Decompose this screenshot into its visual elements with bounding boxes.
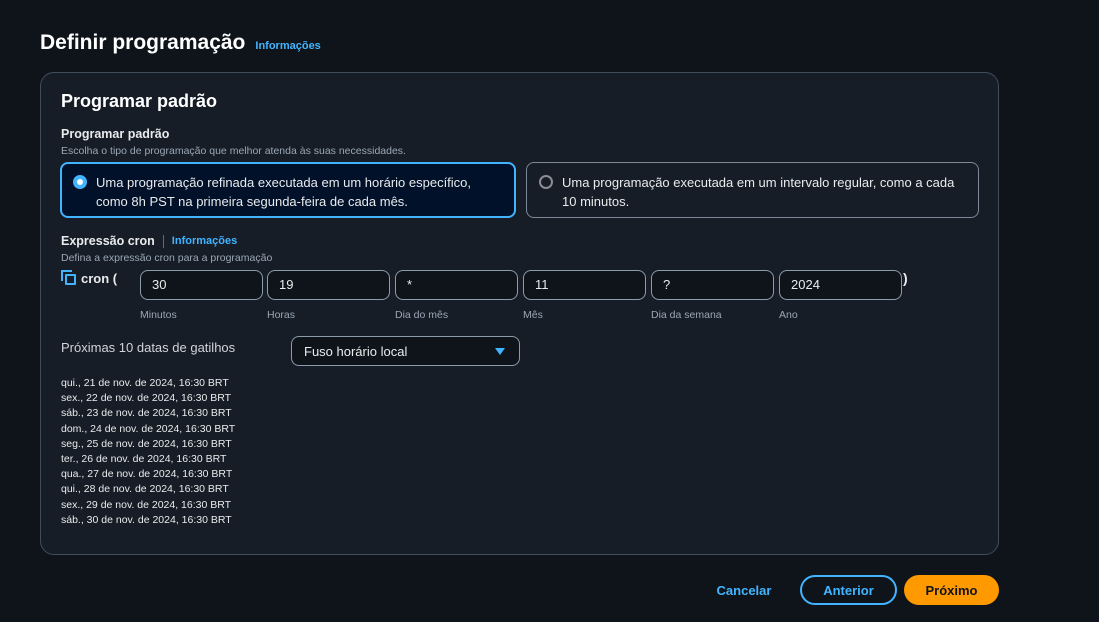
caret-down-icon xyxy=(495,347,505,355)
trigger-date-item: sex., 22 de nov. de 2024, 16:30 BRT xyxy=(61,392,232,405)
schedule-pattern-panel: Programar padrão Programar padrão Escolh… xyxy=(40,72,999,555)
next-triggers-label: Próximas 10 datas de gatilhos xyxy=(61,340,236,355)
cron-prefix: cron ( xyxy=(61,270,117,286)
cron-expression-label: Expressão cron xyxy=(61,234,155,248)
previous-button[interactable]: Anterior xyxy=(800,575,897,605)
pattern-field-label: Programar padrão xyxy=(61,127,170,141)
panel-title: Programar padrão xyxy=(61,91,218,111)
cron-month-label: Mês xyxy=(523,309,543,321)
trigger-date-item: sáb., 23 de nov. de 2024, 16:30 BRT xyxy=(61,407,232,420)
timezone-select[interactable]: Fuso horário local xyxy=(291,336,520,366)
cron-month-input[interactable]: 11 xyxy=(523,270,646,300)
cron-open-label: cron ( xyxy=(81,270,118,286)
cron-minutes-label: Minutos xyxy=(140,309,177,321)
radio-option-rate[interactable]: Uma programação executada em um interval… xyxy=(526,162,979,218)
radio-option-cron-label: Uma programação refinada executada em um… xyxy=(96,175,472,209)
radio-option-cron[interactable]: Uma programação refinada executada em um… xyxy=(60,162,516,218)
trigger-date-item: dom., 24 de nov. de 2024, 16:30 BRT xyxy=(61,422,236,435)
page-info-link[interactable]: Informações xyxy=(255,40,320,52)
trigger-date-item: sáb., 30 de nov. de 2024, 16:30 BRT xyxy=(61,513,232,526)
trigger-date-item: qui., 21 de nov. de 2024, 16:30 BRT xyxy=(61,377,229,389)
cron-info-link[interactable]: Informações xyxy=(172,235,237,247)
cron-year-input[interactable]: 2024 xyxy=(779,270,902,300)
timezone-select-value: Fuso horário local xyxy=(304,343,408,359)
next-button[interactable]: Próximo xyxy=(904,575,999,605)
page-header: Definir programação Informações xyxy=(40,31,321,55)
pattern-field-description: Escolha o tipo de programação que melhor… xyxy=(61,145,406,157)
cron-day-of-week-input[interactable]: ? xyxy=(651,270,774,300)
cron-day-of-month-label: Dia do mês xyxy=(395,309,449,321)
cron-hours-label: Horas xyxy=(267,309,296,321)
trigger-date-item: sex., 29 de nov. de 2024, 16:30 BRT xyxy=(61,498,232,511)
copy-icon[interactable] xyxy=(61,270,77,286)
label-divider xyxy=(162,234,164,248)
cron-label-row: Expressão cron Informações xyxy=(61,234,237,248)
cron-hours-input[interactable]: 19 xyxy=(267,270,390,300)
radio-button-unselected[interactable] xyxy=(539,175,553,189)
trigger-date-item: qua., 27 de nov. de 2024, 16:30 BRT xyxy=(61,468,233,481)
trigger-date-item: seg., 25 de nov. de 2024, 16:30 BRT xyxy=(61,437,232,450)
trigger-dates-list: qui., 21 de nov. de 2024, 16:30 BRT sex.… xyxy=(61,376,235,528)
radio-option-rate-label: Uma programação executada em um interval… xyxy=(562,175,955,209)
trigger-date-item: ter., 26 de nov. de 2024, 16:30 BRT xyxy=(61,453,227,466)
trigger-date-item: qui., 28 de nov. de 2024, 16:30 BRT xyxy=(61,483,229,496)
cron-minutes-input[interactable]: 30 xyxy=(140,270,263,300)
cron-expression-description: Defina a expressão cron para a programaç… xyxy=(61,252,273,264)
cron-day-of-week-label: Dia da semana xyxy=(651,309,722,321)
cron-close-label: ) xyxy=(903,270,908,286)
radio-button-selected[interactable] xyxy=(73,175,87,189)
page-title: Definir programação xyxy=(40,31,246,54)
cron-year-label: Ano xyxy=(779,309,798,321)
cancel-button[interactable]: Cancelar xyxy=(704,575,784,605)
cron-day-of-month-input[interactable]: * xyxy=(395,270,518,300)
